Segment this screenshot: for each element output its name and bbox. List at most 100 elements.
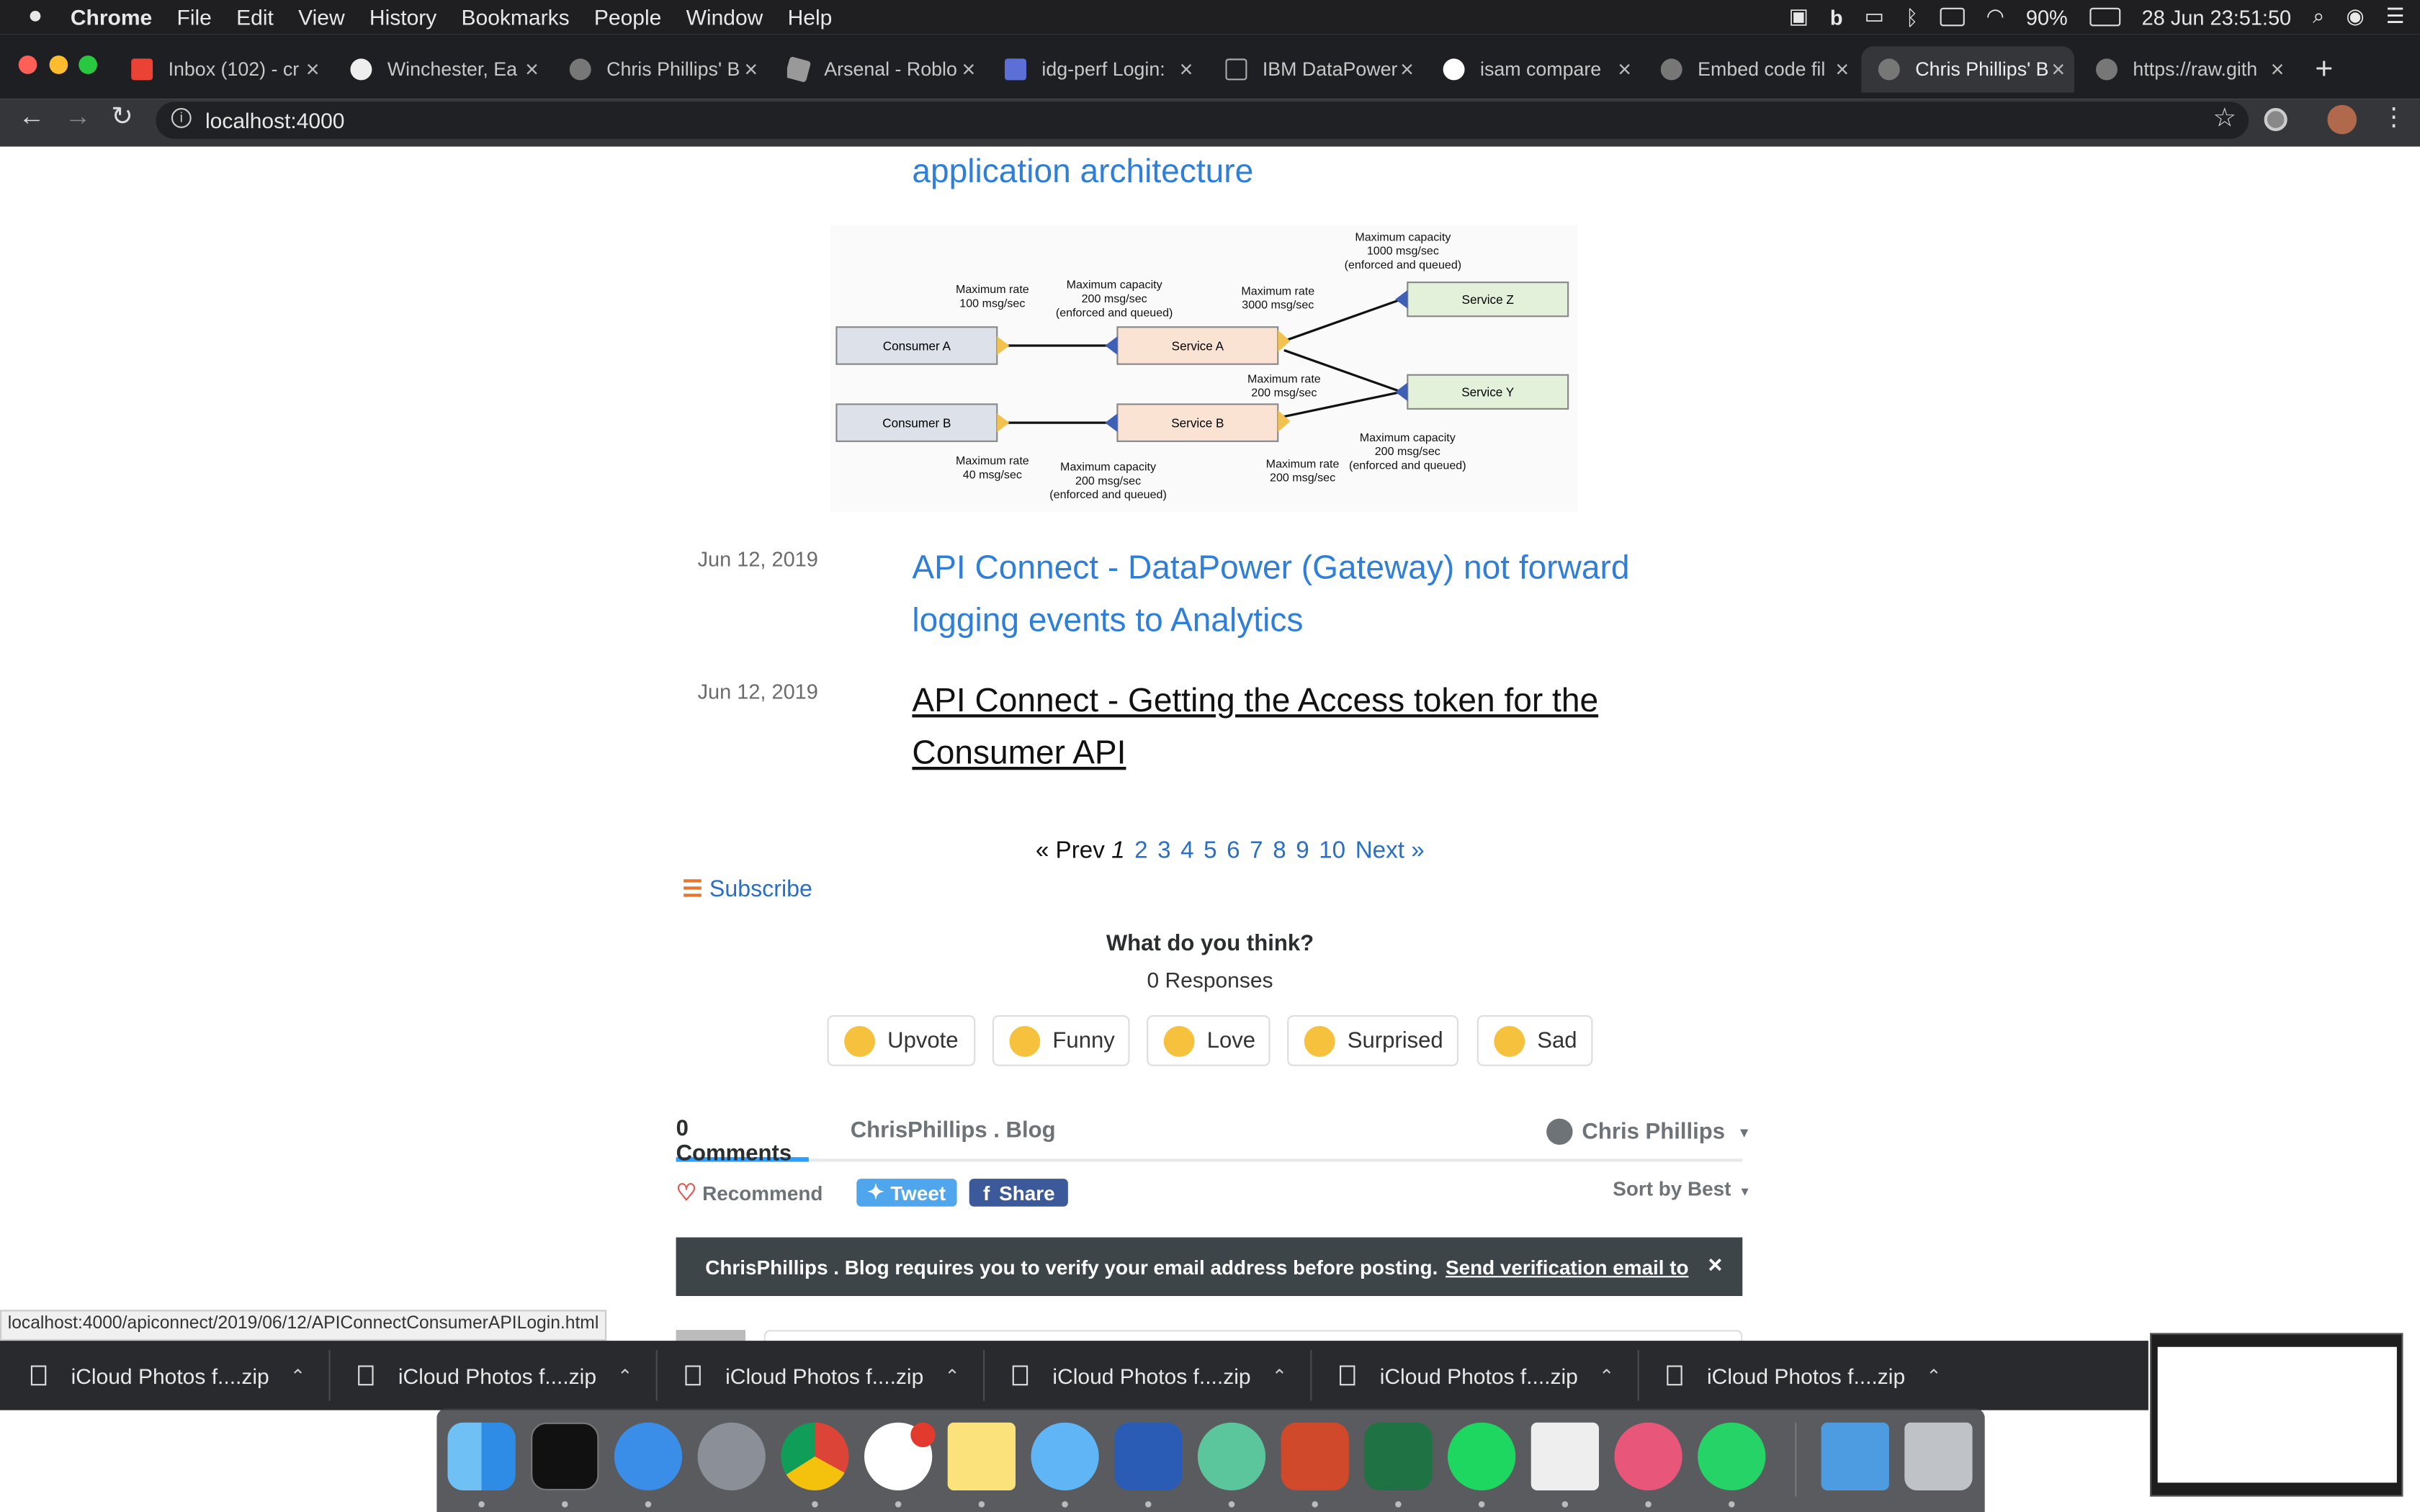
tab-comments[interactable]: 0 Comments (676, 1117, 809, 1166)
itunes-icon[interactable] (1614, 1422, 1682, 1490)
tab-winchester[interactable]: Winchester, Ea × (350, 46, 539, 92)
download-item[interactable]: iCloud Photos f....zip ⌃ (1340, 1341, 1633, 1410)
post-title-link-hovered[interactable]: API Connect - Getting the Access token f… (912, 674, 1714, 779)
pagination-page-link[interactable]: 3 (1157, 838, 1170, 864)
pagination-page-link[interactable]: 9 (1296, 838, 1309, 864)
menu-bookmarks[interactable]: Bookmarks (462, 4, 570, 29)
folder-icon[interactable] (1821, 1422, 1889, 1490)
new-tab-button[interactable]: + (2315, 46, 2346, 92)
word-icon[interactable] (1114, 1422, 1183, 1490)
close-tab-icon[interactable]: × (962, 56, 976, 82)
chevron-up-icon[interactable]: ⌃ (617, 1364, 633, 1386)
chevron-up-icon[interactable]: ⌃ (290, 1364, 306, 1386)
spotlight-search-icon[interactable]: ⌕ (2313, 4, 2324, 29)
excel-icon[interactable] (1364, 1422, 1433, 1490)
close-tab-icon[interactable]: × (2051, 56, 2065, 82)
bluetooth-icon[interactable]: ᛒ (1906, 6, 1918, 29)
pagination-page-link[interactable]: 5 (1204, 838, 1216, 864)
extension-icon[interactable] (2264, 108, 2287, 132)
profile-avatar[interactable] (2327, 104, 2357, 135)
pagination-page-link[interactable]: 7 (1250, 838, 1263, 864)
chevron-up-icon[interactable]: ⌃ (1272, 1364, 1288, 1386)
tab-idg-perf-login[interactable]: idg-perf Login: × (1005, 46, 1193, 92)
menu-help[interactable]: Help (788, 4, 833, 29)
chevron-up-icon[interactable]: ⌃ (1599, 1364, 1615, 1386)
tab-raw-github[interactable]: https://raw.gith × (2096, 46, 2284, 92)
tab-gmail[interactable]: Inbox (102) - cr × (131, 46, 320, 92)
close-tab-icon[interactable]: × (744, 56, 758, 82)
zoom-window-button[interactable] (79, 55, 97, 74)
tab-arsenal-roblox[interactable]: Arsenal - Roblo × (786, 46, 976, 92)
chrome-menu-icon[interactable]: ⋮ (2381, 102, 2406, 132)
menu-people[interactable]: People (594, 4, 661, 29)
chrome-icon[interactable] (781, 1422, 849, 1490)
download-item[interactable]: iCloud Photos f....zip ⌃ (1012, 1341, 1306, 1410)
address-bar[interactable]: i localhost:4000 ☆ (156, 102, 2249, 139)
send-verification-link[interactable]: Send verification email to (1446, 1255, 1689, 1278)
screenshot-thumbnail-preview[interactable] (2150, 1333, 2403, 1497)
download-item[interactable]: iCloud Photos f....zip ⌃ (30, 1341, 324, 1410)
bookmark-star-icon[interactable]: ☆ (2213, 104, 2236, 135)
download-item[interactable]: iCloud Photos f....zip ⌃ (685, 1341, 978, 1410)
disqus-user-menu[interactable]: Chris Phillips ▼ (1546, 1118, 1751, 1145)
download-item[interactable]: iCloud Photos f....zip ⌃ (1667, 1341, 1960, 1410)
messages-icon[interactable] (1031, 1422, 1099, 1490)
love-reaction-button[interactable]: Love (1147, 1015, 1270, 1066)
finder-icon[interactable] (447, 1422, 516, 1490)
forward-arrow-icon[interactable]: → (65, 102, 91, 132)
pagination-page-link[interactable]: 4 (1180, 838, 1193, 864)
spotify-icon[interactable] (1447, 1422, 1516, 1490)
battery-percent[interactable]: 90% (2026, 6, 2068, 29)
menu-app-name[interactable]: Chrome (71, 4, 152, 29)
sort-dropdown[interactable]: Sort by Best ▼ (1613, 1177, 1751, 1200)
menu-view[interactable]: View (298, 4, 344, 29)
apple-icon[interactable]: ● (28, 3, 43, 31)
wifi-icon[interactable]: ◠ (1986, 4, 2004, 29)
menu-history[interactable]: History (369, 4, 436, 29)
docker-icon[interactable]: ▣ (1789, 4, 1809, 29)
close-tab-icon[interactable]: × (2271, 56, 2285, 82)
powerpoint-icon[interactable] (1281, 1422, 1349, 1490)
upvote-reaction-button[interactable]: Upvote (827, 1015, 976, 1066)
pagination-page-link[interactable]: 8 (1273, 838, 1286, 864)
close-tab-icon[interactable]: × (1835, 56, 1849, 82)
pagination-page-link[interactable]: 6 (1227, 838, 1240, 864)
previous-post-title-link[interactable]: application architecture (912, 145, 1253, 197)
menu-file[interactable]: File (177, 4, 212, 29)
minimize-window-button[interactable] (49, 55, 68, 74)
close-tab-icon[interactable]: × (1180, 56, 1193, 82)
close-tab-icon[interactable]: × (306, 56, 320, 82)
post-title-link[interactable]: API Connect - DataPower (Gateway) not fo… (912, 541, 1714, 647)
close-icon[interactable]: × (1708, 1253, 1722, 1281)
share-button[interactable]: f Share (969, 1179, 1068, 1207)
chevron-up-icon[interactable]: ⌃ (1926, 1364, 1942, 1386)
close-tab-icon[interactable]: × (525, 56, 539, 82)
subscribe-link[interactable]: ☰ Subscribe (682, 875, 812, 902)
info-icon[interactable]: i (171, 108, 192, 128)
close-tab-icon[interactable]: × (1400, 56, 1414, 82)
sad-reaction-button[interactable]: Sad (1476, 1015, 1593, 1066)
battery-icon[interactable] (2089, 7, 2120, 27)
atom-icon[interactable] (1197, 1422, 1266, 1490)
notification-center-icon[interactable]: ☰ (2386, 4, 2405, 29)
reload-icon[interactable]: ↻ (111, 102, 133, 132)
keyboard-icon[interactable] (1940, 7, 1965, 27)
tab-chris-phillips-blog-active[interactable]: Chris Phillips' B × (1861, 46, 2074, 93)
recommend-button[interactable]: ♡ Recommend (676, 1179, 823, 1206)
tab-embed-code[interactable]: Embed code fil × (1660, 46, 1849, 92)
textedit-icon[interactable] (1531, 1422, 1599, 1490)
safari-icon[interactable] (614, 1422, 683, 1490)
tab-community[interactable]: ChrisPhillips . Blog (851, 1119, 1056, 1143)
pagination-next[interactable]: Next » (1355, 838, 1425, 864)
launchpad-icon[interactable] (697, 1422, 766, 1490)
tab-ibm-datapower[interactable]: IBM DataPower × (1225, 46, 1414, 92)
whatsapp-icon[interactable] (1698, 1422, 1766, 1490)
clock[interactable]: 28 Jun 23:51:50 (2142, 6, 2292, 29)
terminal-icon[interactable] (531, 1422, 599, 1490)
tab-isam-compare[interactable]: isam compare × (1443, 46, 1631, 92)
funny-reaction-button[interactable]: Funny (992, 1015, 1130, 1066)
chevron-up-icon[interactable]: ⌃ (944, 1364, 960, 1386)
notes-icon[interactable] (947, 1422, 1016, 1490)
back-arrow-icon[interactable]: ← (19, 102, 45, 132)
airplay-icon[interactable]: ▭ (1865, 4, 1884, 29)
